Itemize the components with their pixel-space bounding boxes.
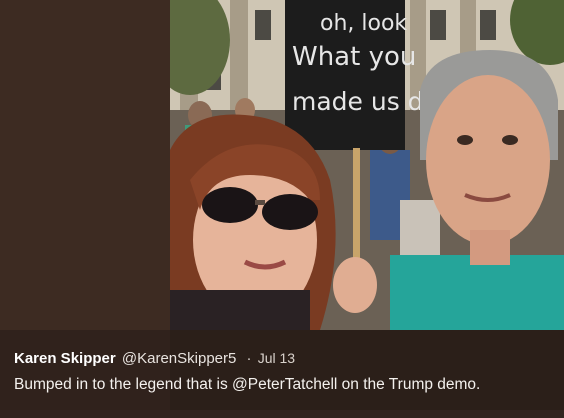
bottom-strip (0, 410, 564, 418)
tweet-meta: Karen Skipper @KarenSkipper5 · Jul 13 (14, 350, 295, 367)
svg-text:What you: What you (292, 42, 416, 72)
author-handle[interactable]: @KarenSkipper5 (122, 350, 236, 367)
selfie-photo-illustration: oh, look What you made us do (170, 0, 564, 330)
left-background-panel (0, 0, 170, 330)
photo-overlay-shade (170, 330, 564, 418)
svg-text:made us do: made us do (292, 87, 439, 116)
sign-text-line1: oh, look (320, 11, 407, 36)
tweet-photo[interactable]: oh, look What you made us do (170, 0, 564, 330)
tweet-date[interactable]: Jul 13 (258, 350, 295, 366)
meta-separator: · (246, 350, 252, 367)
author-name[interactable]: Karen Skipper (14, 350, 116, 367)
tweet-text: Bumped in to the legend that is @PeterTa… (14, 376, 481, 393)
